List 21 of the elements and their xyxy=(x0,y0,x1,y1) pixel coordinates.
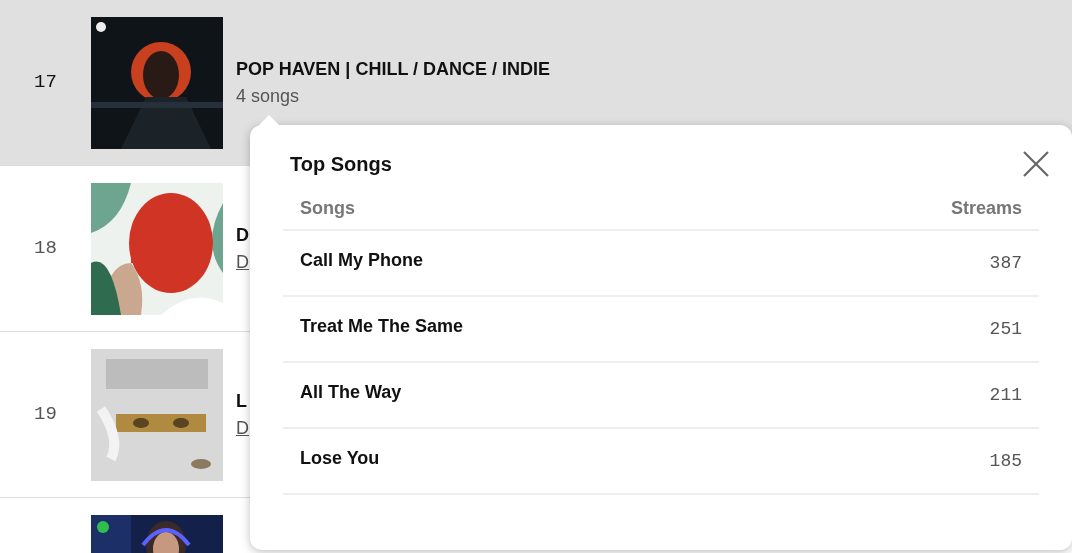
stream-count: 387 xyxy=(989,251,1022,275)
rank-number: 18 xyxy=(34,236,57,262)
song-title: Treat Me The Same xyxy=(300,314,464,338)
close-icon[interactable] xyxy=(1022,150,1050,178)
playlist-title: POP HAVEN | CHILL / DANCE / INDIE xyxy=(236,57,551,81)
playlist-link[interactable]: D xyxy=(236,414,249,442)
song-title: Call My Phone xyxy=(300,248,424,272)
rank-number: 19 xyxy=(34,402,57,428)
playlist-title: L xyxy=(236,389,248,413)
song-title: Lose You xyxy=(300,446,380,470)
stream-count: 185 xyxy=(989,449,1022,473)
stream-count: 251 xyxy=(989,317,1022,341)
popover-title: Top Songs xyxy=(290,152,392,177)
stream-count: 211 xyxy=(989,383,1022,407)
column-header: Songs xyxy=(300,196,355,220)
column-header: Streams xyxy=(950,196,1022,220)
playlist-title: D xyxy=(236,223,249,247)
rank-number: 17 xyxy=(34,70,57,96)
song-title: All The Way xyxy=(300,380,402,404)
song-count: 4 songs xyxy=(236,84,301,108)
playlist-link[interactable]: D xyxy=(236,248,249,276)
